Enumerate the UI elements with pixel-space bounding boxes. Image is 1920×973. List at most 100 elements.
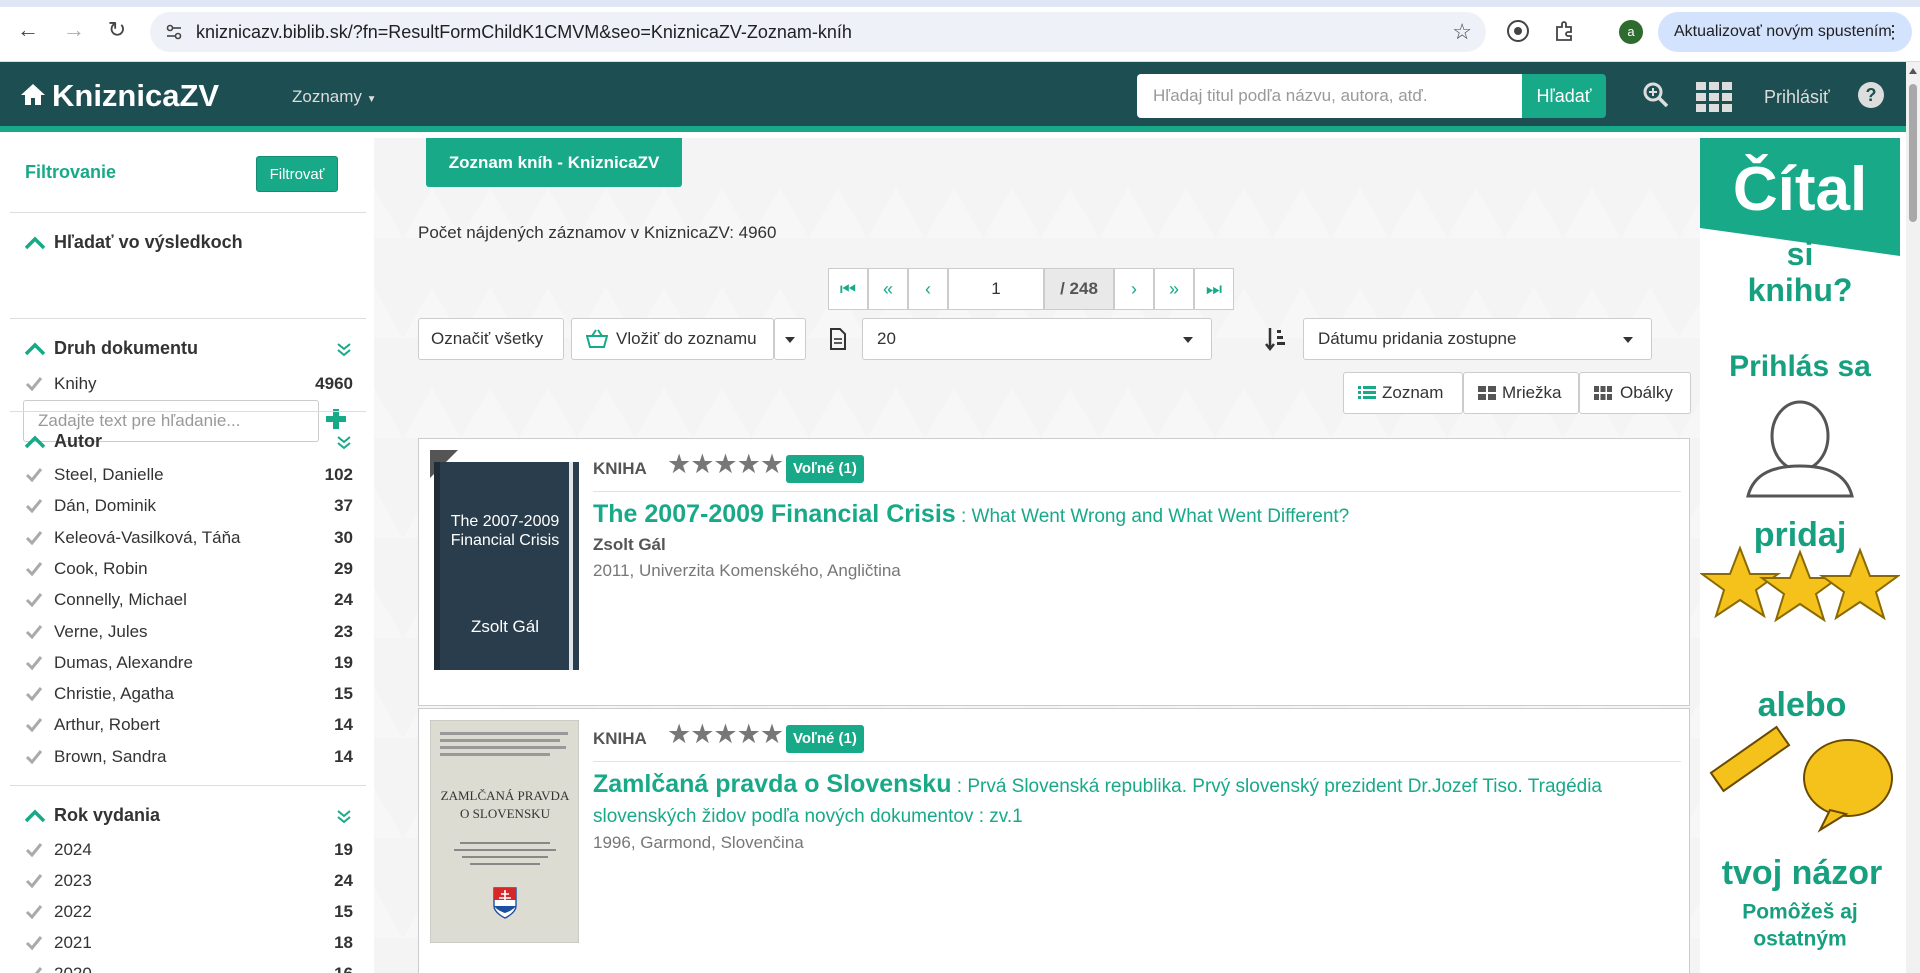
per-page-select[interactable]: 20 — [862, 318, 1212, 360]
filter-count: 24 — [334, 590, 353, 610]
chevron-up-icon[interactable] — [24, 809, 46, 823]
lists-menu[interactable]: Zoznamy ▼ — [292, 87, 377, 107]
brand-link[interactable]: KniznicaZV — [20, 78, 219, 114]
prev-multi-icon[interactable]: « — [868, 268, 908, 310]
bookmark-star-icon[interactable]: ☆ — [1452, 19, 1472, 45]
year-title[interactable]: Rok vydania — [54, 805, 160, 826]
result-card: ZAMLČANÁ PRAVDA O SLOVENSKU KNIHA ★★★★★ V… — [418, 708, 1690, 973]
book-author[interactable]: Zsolt Gál — [593, 535, 666, 555]
view-grid-button[interactable]: Mriežka — [1463, 372, 1579, 414]
filter-label: Steel, Danielle — [54, 465, 164, 484]
filter-row[interactable]: 2022 15 — [10, 897, 366, 928]
book-meta: 2011, Univerzita Komenského, Angličtina — [593, 561, 901, 580]
book-title: The 2007-2009 Financial Crisis — [593, 500, 956, 528]
chevron-up-icon[interactable] — [24, 236, 46, 250]
filter-heading: Filtrovanie — [25, 162, 117, 182]
doc-type-section: Druh dokumentu Knihy 4960 — [10, 318, 366, 408]
check-icon — [25, 561, 43, 577]
search-button[interactable]: Hľadať — [1522, 74, 1606, 118]
check-icon — [25, 377, 43, 392]
view-covers-button[interactable]: Obálky — [1579, 372, 1691, 414]
filter-row[interactable]: Steel, Danielle 102 — [10, 460, 366, 491]
view-list-button[interactable]: Zoznam — [1343, 372, 1463, 414]
book-title-link[interactable]: The 2007-2009 Financial Crisis : What We… — [593, 499, 1653, 532]
filter-row[interactable]: Dumas, Alexandre 19 — [10, 648, 366, 679]
filter-row[interactable]: 2020 16 — [10, 959, 366, 973]
scroll-up-icon[interactable] — [1909, 68, 1917, 74]
filter-row[interactable]: Cook, Robin 29 — [10, 554, 366, 585]
back-icon[interactable]: ← — [14, 16, 42, 44]
filter-row[interactable]: 2024 19 — [10, 835, 366, 866]
filter-label: Brown, Sandra — [54, 746, 167, 766]
forward-icon[interactable]: → — [60, 16, 88, 44]
book-title-link[interactable]: Zamlčaná pravda o Slovensku : Prvá Slove… — [593, 769, 1653, 832]
filter-row[interactable]: Dán, Dominik 37 — [10, 491, 366, 522]
brand-name: KniznicaZV — [52, 78, 220, 113]
book-cover-image[interactable]: ZAMLČANÁ PRAVDA O SLOVENSKU — [430, 720, 579, 943]
availability-badge[interactable]: Voľné (1) — [786, 725, 864, 753]
chevron-up-icon[interactable] — [24, 342, 46, 356]
filter-count: 37 — [334, 496, 353, 516]
puzzle-extensions-icon[interactable] — [1553, 19, 1577, 43]
update-label: Aktualizovať novým spustením — [1674, 23, 1892, 40]
filter-row[interactable]: Verne, Jules 23 — [10, 617, 366, 648]
double-chevron-down-icon[interactable] — [336, 342, 352, 358]
double-chevron-down-icon[interactable] — [336, 809, 352, 825]
filter-button[interactable]: Filtrovať — [256, 156, 338, 192]
filter-row[interactable]: Christie, Agatha 15 — [10, 679, 366, 710]
site-navbar: KniznicaZV Zoznamy ▼ Hľadať Prihlásiť ? — [0, 62, 1906, 132]
filter-label: Dán, Dominik — [54, 496, 157, 516]
filter-row[interactable]: Arthur, Robert 14 — [10, 710, 366, 741]
book-cover-image[interactable]: The 2007-2009 Financial Crisis Zsolt Gál — [430, 450, 579, 673]
doc-type-label: KNIHA — [593, 729, 647, 748]
extension-icon[interactable] — [1506, 19, 1530, 43]
add-to-list-dropdown[interactable] — [774, 318, 806, 360]
page-input[interactable]: 1 — [948, 268, 1044, 310]
ad-line-7: Pomôžeš aj ostatným — [1742, 901, 1858, 951]
page-scrollbar[interactable] — [1906, 62, 1920, 973]
doc-type-title[interactable]: Druh dokumentu — [54, 338, 198, 359]
availability-badge[interactable]: Voľné (1) — [786, 455, 864, 483]
next-multi-icon[interactable]: » — [1154, 268, 1194, 310]
scrollbar-thumb[interactable] — [1909, 84, 1917, 222]
browser-chrome: ← → ↻ kniznicazv.biblib.sk/?fn=ResultFor… — [0, 0, 1920, 62]
pencil-speech-icon — [1709, 725, 1893, 833]
rating-stars[interactable]: ★★★★★ — [667, 719, 784, 750]
sort-select[interactable]: Dátumu pridania zostupne — [1303, 318, 1652, 360]
more-menu-icon[interactable]: ⋮ — [1884, 12, 1902, 52]
check-icon — [25, 530, 43, 545]
advanced-search-icon[interactable] — [1642, 81, 1670, 109]
filter-row[interactable]: Brown, Sandra 14 — [10, 742, 366, 773]
check-icon — [25, 936, 43, 951]
rating-stars[interactable]: ★★★★★ — [667, 449, 784, 480]
help-icon[interactable]: ? — [1858, 82, 1884, 108]
double-chevron-down-icon[interactable] — [336, 435, 352, 451]
mark-all-button[interactable]: Označiť všetky — [418, 318, 564, 360]
author-title[interactable]: Autor — [54, 431, 102, 452]
reload-icon[interactable]: ↻ — [103, 16, 131, 44]
site-info-icon[interactable] — [164, 22, 184, 42]
address-bar[interactable]: kniznicazv.biblib.sk/?fn=ResultFormChild… — [150, 12, 1486, 52]
login-link[interactable]: Prihlásiť — [1764, 87, 1830, 108]
last-page-icon[interactable]: ⏭ — [1194, 268, 1234, 310]
update-button[interactable]: Aktualizovať novým spustením ⋮ — [1658, 12, 1912, 52]
filter-row[interactable]: 2021 18 — [10, 928, 366, 959]
url-text[interactable]: kniznicazv.biblib.sk/?fn=ResultFormChild… — [196, 22, 852, 43]
prev-page-icon[interactable]: ‹ — [908, 268, 948, 310]
search-input[interactable] — [1137, 74, 1522, 118]
profile-avatar[interactable]: a — [1619, 20, 1643, 44]
search-in-results-title[interactable]: Hľadať vo výsledkoch — [54, 232, 243, 253]
chevron-up-icon[interactable] — [24, 435, 46, 449]
next-page-icon[interactable]: › — [1114, 268, 1154, 310]
add-to-list-button[interactable]: Vložiť do zoznamu — [571, 318, 774, 360]
filter-row[interactable]: 2023 24 — [10, 866, 366, 897]
filter-row[interactable]: Knihy 4960 — [10, 369, 366, 400]
first-page-icon[interactable]: ⏮ — [828, 268, 868, 310]
sort-value: Dátumu pridania zostupne — [1318, 329, 1517, 348]
sort-icon — [1265, 328, 1285, 352]
ad-banner[interactable]: Čítal si knihu? Prihlás sa pridaj alebo t… — [1700, 138, 1900, 973]
filter-row[interactable]: Connelly, Michael 24 — [10, 585, 366, 616]
apps-grid-icon[interactable] — [1696, 82, 1732, 112]
filter-row[interactable]: Keleová-Vasilková, Táňa 30 — [10, 523, 366, 554]
filter-sidebar: Filtrovanie Filtrovať Hľadať vo výsledko… — [0, 138, 374, 973]
